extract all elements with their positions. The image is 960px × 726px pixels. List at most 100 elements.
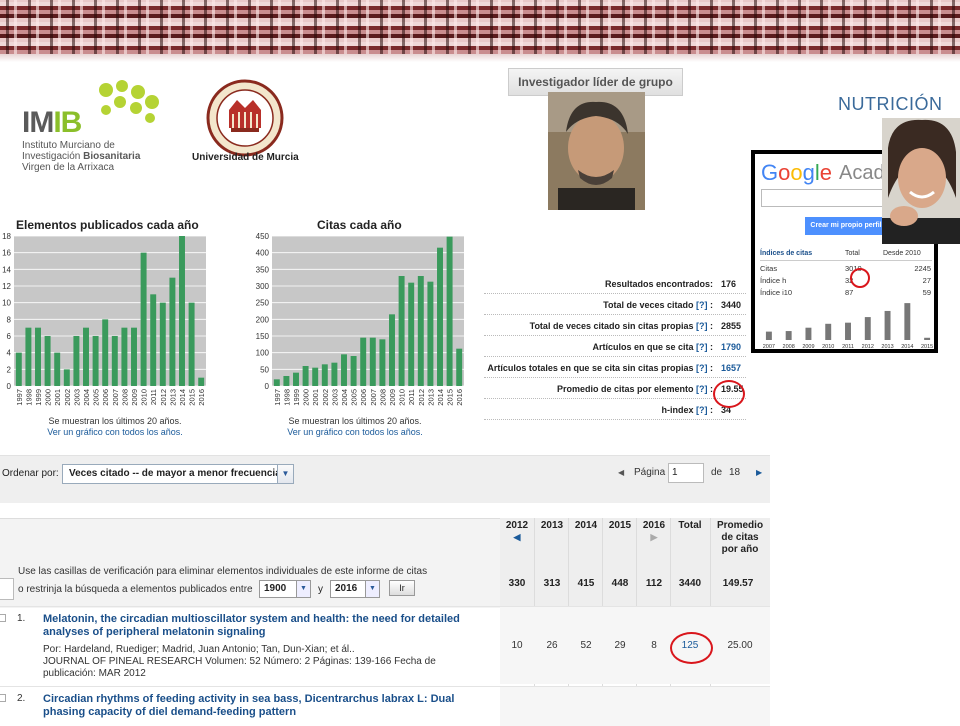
stat-row: Artículos en que se cita [?] : 1790 [484, 337, 746, 357]
stat-row: h-index [?] :34 [484, 400, 746, 420]
avg-header-line: por año [721, 544, 759, 555]
collapse-tab[interactable] [0, 578, 14, 600]
scholar-bar [765, 331, 772, 340]
x-tick-label: 1998 [282, 389, 291, 406]
bar [273, 379, 280, 386]
bar [83, 327, 89, 386]
bar [360, 337, 367, 386]
x-tick-label: 2009 [130, 389, 139, 406]
record-checkbox[interactable] [0, 614, 6, 622]
create-profile-button[interactable]: Crear mi propio perfil [805, 217, 887, 235]
citations-per-year-chart: 0501001502002503003504004501997 1998 1999 2… [256, 232, 465, 406]
x-tick-label: 1998 [24, 389, 33, 406]
y-tick-label: 14 [2, 265, 11, 274]
scholar-year-label: 2008 [783, 344, 795, 350]
avg-header-line: de citas [721, 532, 759, 543]
google-logo: Google [761, 160, 833, 185]
x-tick-label: 2010 [398, 389, 407, 406]
to-year-select[interactable]: 2016 ▼ [330, 580, 380, 598]
x-tick-label: 2016 [455, 389, 464, 406]
record-year-citations: 10 [511, 640, 523, 651]
stat-value[interactable]: 1790 [721, 342, 741, 352]
record-title-link[interactable]: Melatonin, the circadian multioscillator… [43, 613, 473, 639]
y-tick-label: 400 [256, 249, 270, 258]
bar [350, 356, 357, 386]
next-year-icon[interactable]: ▶ [637, 532, 671, 543]
help-link[interactable]: [?] [696, 300, 708, 310]
year-column-header[interactable]: 2012 ◀ [500, 520, 534, 608]
prev-year-icon[interactable]: ◀ [500, 532, 534, 543]
avg-header-line: Promedio [716, 520, 764, 531]
sort-select[interactable]: Veces citado -- de mayor a menor frecuen… [62, 464, 294, 484]
stat-value[interactable]: 1657 [721, 363, 741, 373]
x-tick-label: 2015 [188, 389, 197, 406]
record-checkbox[interactable] [0, 694, 6, 702]
year-label: 2013 [540, 520, 564, 531]
year-column-header: 2013 [535, 520, 569, 608]
bar [446, 236, 453, 386]
next-page-icon[interactable]: ▶ [756, 468, 762, 477]
bar [54, 352, 61, 386]
chart1-link[interactable]: Ver un gráfico con todos los años. [30, 427, 200, 437]
help-link[interactable]: [?] [696, 321, 708, 331]
scholar-bar [924, 337, 931, 340]
help-link[interactable]: [?] [696, 363, 708, 373]
page-input[interactable]: 1 [668, 463, 704, 483]
chart2-link[interactable]: Ver un gráfico con todos los años. [270, 427, 440, 437]
imib-logo: IMIB Instituto Murciano de Investigación… [22, 106, 140, 173]
bar [379, 339, 386, 386]
filter-restrict-label: o restrinja la búsqueda a elementos publ… [18, 584, 253, 595]
page-total: 18 [729, 467, 741, 478]
y-tick-label: 450 [256, 232, 270, 241]
imib-line2: Investigación Biosanitaria [22, 151, 141, 162]
bar [302, 366, 309, 386]
x-tick-label: 2010 [140, 389, 149, 406]
year-column-header: 2015 [603, 520, 637, 608]
bar [121, 327, 128, 386]
y-tick-label: 350 [256, 265, 270, 274]
stat-row: Resultados encontrados: 176 [484, 274, 746, 294]
year-label: 2016 [642, 520, 666, 531]
published-per-year-chart: 0246810121416181997 1998 1999 2000 2001 2002 2… [2, 232, 206, 406]
x-tick-label: 2006 [359, 389, 368, 406]
x-tick-label: 2013 [168, 389, 177, 406]
scholar-year-label: 2014 [901, 344, 913, 350]
x-tick-label: 1999 [34, 389, 43, 406]
x-tick-label: 2014 [178, 389, 187, 406]
from-year-select[interactable]: 1900 ▼ [259, 580, 311, 598]
go-button[interactable]: Ir [389, 580, 415, 596]
help-link[interactable]: [?] [696, 342, 708, 352]
imib-line3: Virgen de la Arrixaca [22, 162, 115, 173]
year-column-header[interactable]: 2016 ▶ [637, 520, 671, 608]
scholar-col-since: Desde 2010 [883, 250, 921, 257]
year-label: 2014 [574, 520, 598, 531]
scholar-year-label: 2010 [822, 344, 834, 350]
imib-line1: Instituto Murciano de [22, 140, 115, 151]
help-link[interactable]: [?] [696, 384, 708, 394]
stat-value: 176 [721, 279, 737, 289]
bar [283, 376, 290, 386]
help-link[interactable]: [?] [696, 405, 708, 415]
x-tick-label: 2004 [82, 389, 91, 406]
scholar-year-label: 2012 [862, 344, 874, 350]
chevron-down-icon: ▼ [277, 465, 293, 483]
stat-row: Artículos totales en que se cita sin cit… [484, 358, 746, 378]
x-tick-label: 1999 [292, 389, 301, 406]
record-authors: Por: Hardeland, Ruediger; Madrid, Juan A… [43, 644, 355, 655]
y-tick-label: 0 [265, 382, 270, 391]
total-citations-value: 112 [645, 578, 663, 589]
average-column-header: Promedio de citas por año [710, 520, 770, 608]
bar [293, 372, 299, 386]
y-tick-label: 50 [260, 365, 269, 374]
y-tick-label: 150 [256, 332, 270, 341]
university-name: Universidad de Murcia [192, 152, 299, 163]
record-citation-bg [500, 686, 770, 726]
from-year-value: 1900 [264, 583, 287, 594]
bar [92, 336, 99, 386]
scholar-row-label: Índice i10 [760, 288, 793, 297]
bar [427, 281, 434, 386]
x-tick-label: 2005 [92, 389, 101, 406]
prev-page-icon[interactable]: ◀ [618, 468, 624, 477]
scholar-row-label: Citas [760, 264, 778, 273]
record-title-link[interactable]: Circadian rhythms of feeding activity in… [43, 693, 473, 719]
